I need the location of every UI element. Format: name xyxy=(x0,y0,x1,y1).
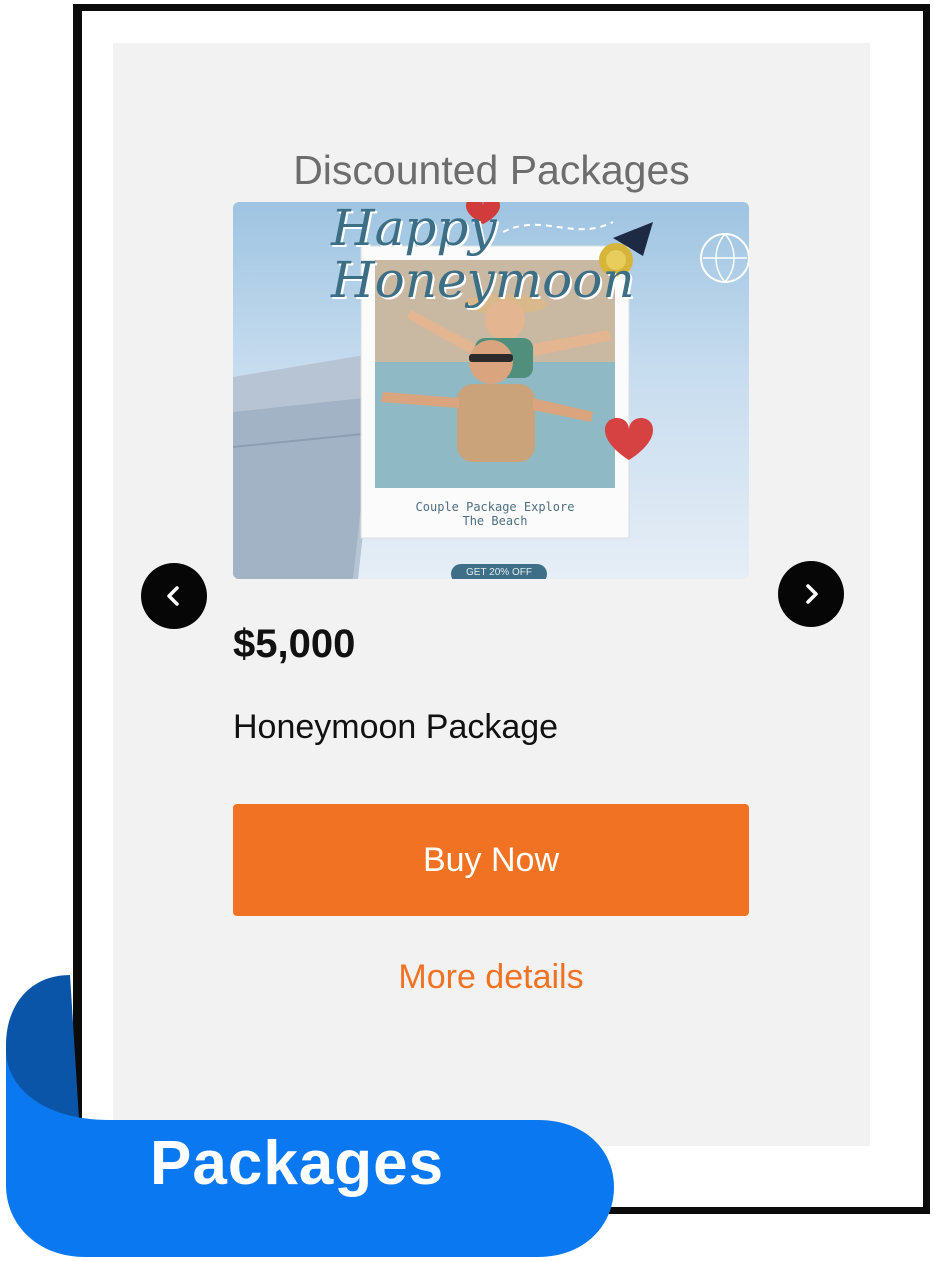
polaroid-caption: Couple Package Explore The Beach xyxy=(415,500,575,528)
packages-ribbon xyxy=(6,975,614,1257)
chevron-left-icon xyxy=(167,586,179,606)
promo-image: Happy Honeymoon Couple Package Explore T… xyxy=(233,202,749,579)
carousel-prev-button[interactable] xyxy=(141,563,207,629)
chevron-right-icon xyxy=(806,584,818,604)
carousel-next-button[interactable] xyxy=(778,561,844,627)
ribbon-label: Packages xyxy=(150,1129,445,1198)
package-price: $5,000 xyxy=(233,622,356,666)
discount-badge: GET 20% OFF xyxy=(451,564,547,579)
buy-now-button[interactable]: Buy Now xyxy=(233,804,749,916)
section-title: Discounted Packages xyxy=(293,147,690,193)
promo-heading: Happy Honeymoon xyxy=(331,202,635,309)
package-name: Honeymoon Package xyxy=(233,708,559,746)
